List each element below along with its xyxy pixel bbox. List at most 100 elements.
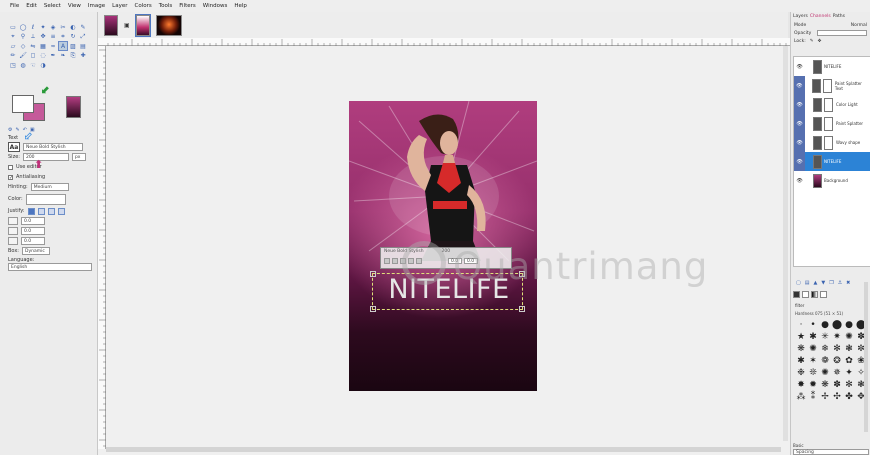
ellipse-select-icon[interactable]: ◯ bbox=[19, 23, 27, 31]
antialiasing-checkbox[interactable] bbox=[8, 174, 13, 180]
justify-fill-button[interactable] bbox=[57, 207, 65, 215]
indent-field[interactable]: 0.0 bbox=[21, 217, 45, 225]
poster-image[interactable]: Neue Bold Stylish 200 0.0 0.0 NITELIFE bbox=[349, 101, 537, 391]
brush-item[interactable]: · bbox=[795, 319, 807, 331]
new-group-icon[interactable]: ▤ bbox=[805, 280, 810, 288]
brush-item[interactable]: ✷ bbox=[831, 331, 843, 343]
justify-left-button[interactable] bbox=[27, 207, 35, 215]
brush-item[interactable]: ❋ bbox=[819, 379, 831, 391]
brush-item[interactable]: ⁑ bbox=[807, 391, 819, 403]
brush-item[interactable]: ✱ bbox=[807, 331, 819, 343]
brush-item[interactable]: ✦ bbox=[843, 367, 855, 379]
eye-icon[interactable]: 👁 bbox=[794, 57, 805, 76]
opacity-slider[interactable] bbox=[817, 30, 867, 36]
perspective-icon[interactable]: ◇ bbox=[19, 42, 27, 50]
foreground-select-icon[interactable]: ◐ bbox=[69, 23, 77, 31]
kerning-field[interactable]: 0.0 bbox=[464, 258, 478, 264]
justify-right-button[interactable] bbox=[37, 207, 45, 215]
menu-file[interactable]: File bbox=[10, 3, 19, 9]
color-picker-icon[interactable]: ⌖ bbox=[9, 33, 17, 41]
fg-bg-colors[interactable] bbox=[11, 94, 51, 124]
clear-style-button[interactable] bbox=[384, 258, 390, 264]
cage-icon[interactable]: ▦ bbox=[39, 42, 47, 50]
patterns-tab[interactable] bbox=[802, 291, 809, 298]
menu-colors[interactable]: Colors bbox=[134, 3, 151, 9]
use-editor-checkbox[interactable] bbox=[8, 164, 13, 170]
layer-row[interactable]: 👁 Wavy shape bbox=[794, 133, 870, 152]
layer-row[interactable]: 👁 Background bbox=[794, 171, 870, 190]
mypaint-icon[interactable]: ❧ bbox=[59, 52, 67, 60]
ink-icon[interactable]: ✒ bbox=[49, 52, 57, 60]
baseline-field[interactable]: 0.0 bbox=[448, 258, 462, 264]
menu-layer[interactable]: Layer bbox=[112, 3, 127, 9]
brush-item[interactable]: ❁ bbox=[819, 355, 831, 367]
tool-options-tab-icon[interactable]: ⚙ bbox=[8, 127, 12, 133]
paths-tab[interactable]: Paths bbox=[833, 14, 845, 19]
paintbrush-icon[interactable]: 🖌 bbox=[19, 52, 27, 60]
brush-item[interactable]: ★ bbox=[795, 331, 807, 343]
measure-icon[interactable]: ⟂ bbox=[29, 33, 37, 41]
brush-item[interactable]: ❄ bbox=[819, 343, 831, 355]
brush-item[interactable]: ⬤ bbox=[831, 319, 843, 331]
zoom-icon[interactable]: ⚲ bbox=[19, 33, 27, 41]
rect-select-icon[interactable]: ▭ bbox=[9, 23, 17, 31]
font-name-field[interactable]: Neue Bold Stylish bbox=[23, 143, 83, 151]
heal-icon[interactable]: ✚ bbox=[79, 52, 87, 60]
eye-icon[interactable]: 👁 bbox=[794, 171, 805, 190]
raise-layer-icon[interactable]: ▲ bbox=[813, 280, 817, 288]
paths-icon[interactable]: ✎ bbox=[79, 23, 87, 31]
color-select-icon[interactable]: ◈ bbox=[49, 23, 57, 31]
justify-center-button[interactable] bbox=[47, 207, 55, 215]
strikethrough-button[interactable] bbox=[416, 258, 422, 264]
menu-tools[interactable]: Tools bbox=[159, 3, 173, 9]
brush-item[interactable]: ● bbox=[819, 319, 831, 331]
brush-item[interactable]: ✹ bbox=[807, 379, 819, 391]
eye-icon[interactable]: 👁 bbox=[794, 95, 805, 114]
layers-tab[interactable]: Layers bbox=[793, 14, 808, 19]
font-preview-button[interactable]: Aa bbox=[8, 142, 20, 152]
layer-row[interactable]: 👁 Paint Splatter bbox=[794, 114, 870, 133]
channels-tab[interactable]: Channels bbox=[810, 14, 831, 19]
text-icon[interactable]: A bbox=[58, 41, 68, 51]
brush-item[interactable]: ❊ bbox=[807, 367, 819, 379]
size-unit-select[interactable]: px bbox=[71, 153, 86, 161]
brushes-tab[interactable] bbox=[793, 291, 800, 298]
brush-item[interactable]: ● bbox=[843, 319, 855, 331]
layer-row[interactable]: 👁 Paint Splatter Text bbox=[794, 76, 870, 95]
lower-layer-icon[interactable]: ▼ bbox=[821, 280, 825, 288]
spacing-field[interactable]: Spacing bbox=[793, 449, 869, 455]
hinting-select[interactable]: Medium bbox=[30, 183, 69, 191]
brushes-scrollbar[interactable] bbox=[864, 282, 868, 432]
gradients-tab[interactable] bbox=[811, 291, 818, 298]
rotate-icon[interactable]: ↻ bbox=[69, 33, 77, 41]
bold-button[interactable] bbox=[392, 258, 398, 264]
underline-button[interactable] bbox=[408, 258, 414, 264]
airbrush-icon[interactable]: ◌ bbox=[39, 52, 47, 60]
box-select[interactable]: Dynamic bbox=[21, 247, 50, 255]
text-toolbox-size[interactable]: 200 bbox=[442, 249, 451, 256]
brush-item[interactable]: ✻ bbox=[843, 379, 855, 391]
brush-item[interactable]: ✽ bbox=[831, 379, 843, 391]
text-color-button[interactable] bbox=[25, 193, 66, 205]
active-image-thumbnail[interactable] bbox=[66, 96, 81, 118]
layer-row[interactable]: 👁 Color Light bbox=[794, 95, 870, 114]
shear-icon[interactable]: ▱ bbox=[9, 42, 17, 50]
image-tab-3[interactable] bbox=[155, 14, 182, 36]
size-field[interactable]: 200 bbox=[22, 153, 69, 161]
brush-item[interactable]: ❋ bbox=[795, 343, 807, 355]
eye-icon[interactable]: 👁 bbox=[794, 152, 805, 171]
fuzzy-select-icon[interactable]: ✦ bbox=[39, 23, 47, 31]
horizontal-scrollbar[interactable] bbox=[106, 447, 781, 452]
menu-filters[interactable]: Filters bbox=[179, 3, 196, 9]
eye-icon[interactable]: 👁 bbox=[794, 114, 805, 133]
perspective-clone-icon[interactable]: ◳ bbox=[9, 61, 17, 69]
nitelife-text[interactable]: NITELIFE bbox=[376, 276, 522, 303]
menu-select[interactable]: Select bbox=[44, 3, 61, 9]
menu-help[interactable]: Help bbox=[234, 3, 247, 9]
menu-image[interactable]: Image bbox=[88, 3, 105, 9]
lock-position-icon[interactable]: ✥ bbox=[818, 39, 822, 44]
brush-item[interactable]: ✣ bbox=[831, 391, 843, 403]
eraser-icon[interactable]: ◻ bbox=[29, 52, 37, 60]
vertical-scrollbar[interactable] bbox=[783, 46, 788, 441]
dodge-icon[interactable]: ◑ bbox=[39, 61, 47, 69]
